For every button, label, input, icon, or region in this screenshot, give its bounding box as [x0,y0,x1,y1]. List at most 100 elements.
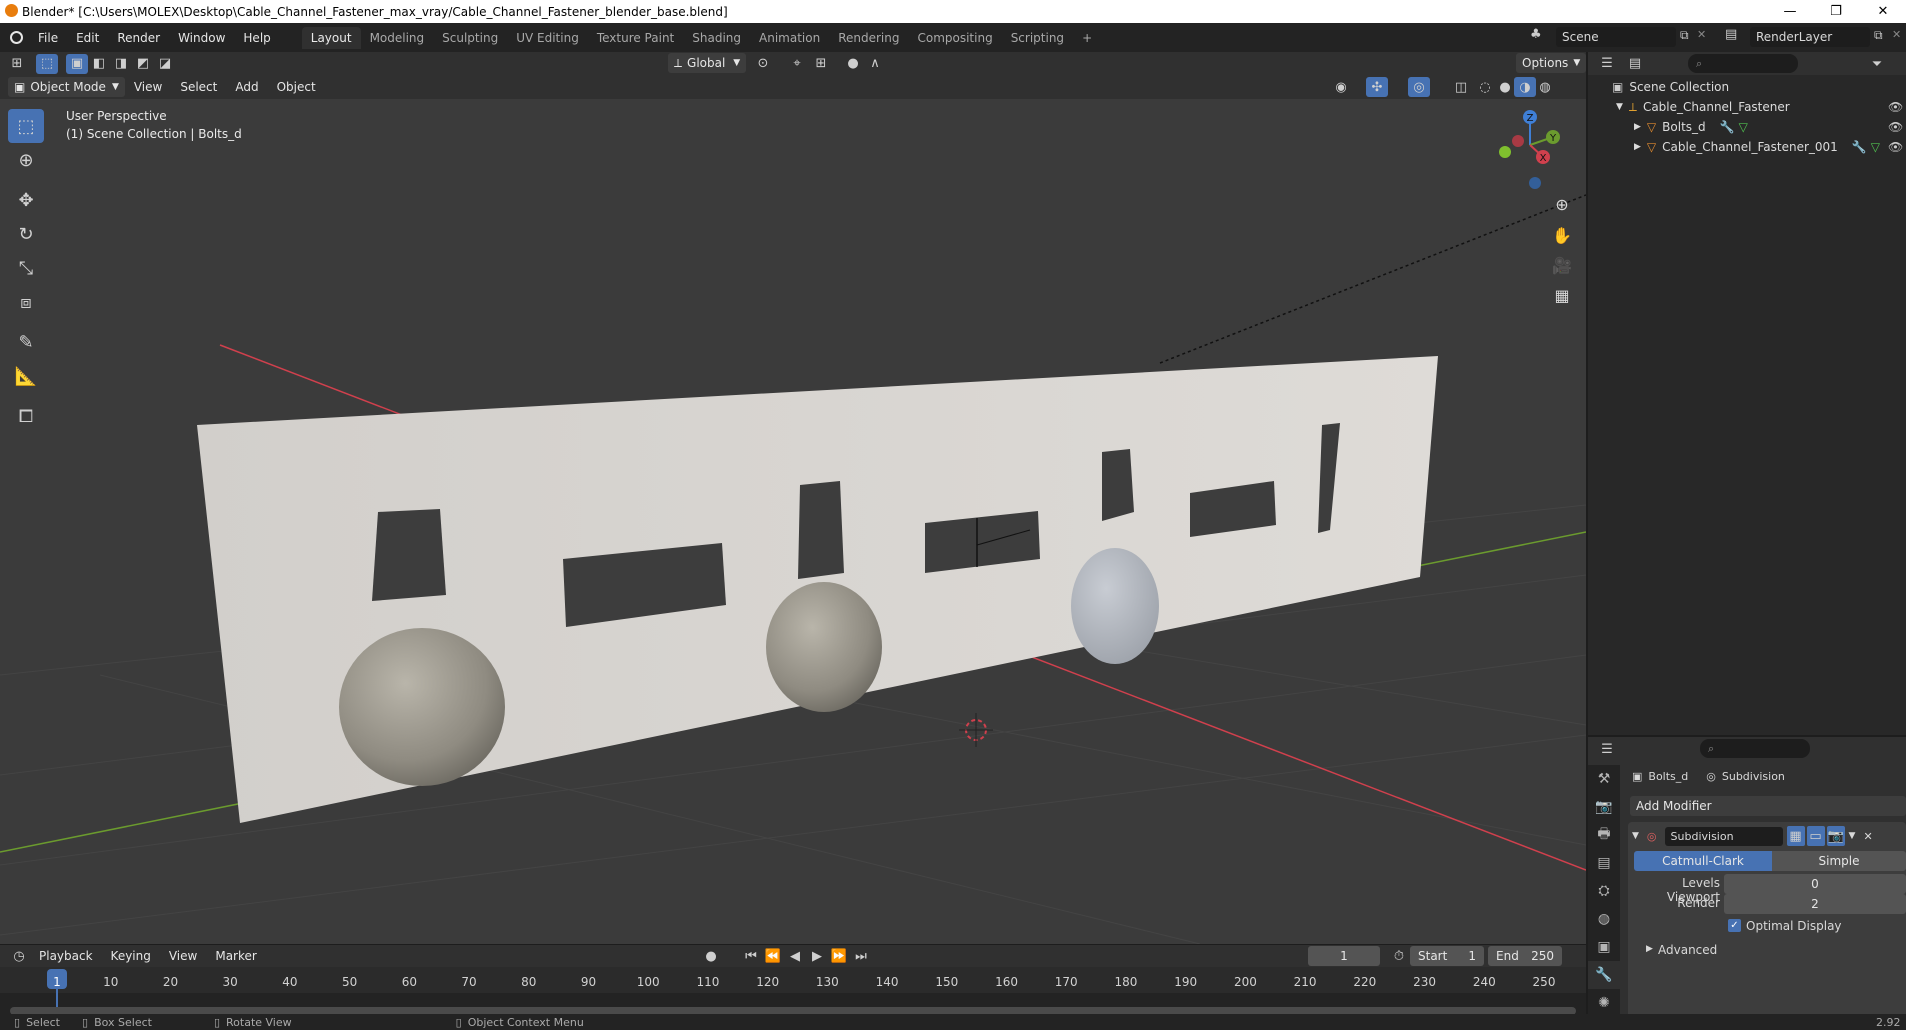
levels-viewport-field[interactable]: 0 [1724,874,1906,894]
render-tab-icon[interactable]: 📷 [1588,793,1620,821]
output-tab-icon[interactable]: 🖶 [1588,821,1620,849]
delete-scene-icon[interactable]: ✕ [1697,28,1706,41]
scene-icon[interactable]: ♣ [1530,27,1548,47]
select-new-icon[interactable]: ▣ [66,53,88,74]
modifier-name-input[interactable]: Subdivision [1664,826,1783,846]
bolt-head-1[interactable] [339,628,505,786]
new-view-layer-icon[interactable]: ⧉ [1874,28,1883,43]
select-invert-icon[interactable]: ◩ [132,54,154,74]
tab-texture-paint[interactable]: Texture Paint [588,27,683,49]
timeline-editor-type-icon[interactable]: ◷ [8,946,30,966]
blender-menu-icon[interactable] [10,31,23,44]
tab-animation[interactable]: Animation [750,27,829,49]
timeline-menu-view[interactable]: View [160,949,206,963]
eye-icon[interactable]: 👁 [1888,120,1903,134]
viewport-menu-object[interactable]: Object [268,80,325,94]
material-shading-icon[interactable]: ◑ [1514,77,1536,97]
mode-dropdown[interactable]: ▣ Object Mode ▼ [8,77,125,97]
play-reverse-icon[interactable]: ◀ [784,946,806,966]
start-frame-field[interactable]: Start 1 [1410,946,1484,966]
options-dropdown[interactable]: Options ▼ [1516,53,1587,73]
play-icon[interactable]: ▶ [806,946,828,966]
overlay-toggle-icon[interactable]: ◎ [1408,77,1430,97]
properties-search-input[interactable]: ⌕ [1700,739,1810,758]
bolt-head-2[interactable] [766,582,882,712]
falloff-icon[interactable]: ∧ [864,53,886,73]
chevron-down-icon[interactable]: ▼ [1632,831,1639,841]
chevron-right-icon[interactable]: ▶ [1646,944,1653,954]
timeline-menu-keying[interactable]: Keying [102,949,160,963]
pan-hand-icon[interactable]: ✋ [1548,221,1576,249]
proportional-edit-icon[interactable]: ● [842,53,864,73]
snap-icon[interactable]: ⌖ [786,53,808,73]
bolt-head-3[interactable] [1071,548,1159,664]
modifier-wrench-icon[interactable]: 🔧 [1852,140,1867,154]
jump-start-icon[interactable]: ⏮ [740,946,762,966]
scene-tab-icon[interactable]: ⛭ [1588,877,1620,905]
navigation-gizmo[interactable]: Z Y X [1490,105,1570,195]
add-workspace-button[interactable]: + [1073,27,1101,49]
tab-layout[interactable]: Layout [301,26,361,49]
modifier-tab-icon[interactable]: 🔧 [1588,961,1620,989]
optimal-display-checkbox[interactable]: ✓ [1728,919,1741,932]
simple-option[interactable]: Simple [1772,851,1906,871]
end-frame-field[interactable]: End 250 [1488,946,1562,966]
outliner-editor-type-icon[interactable]: ☰ [1596,54,1618,74]
pivot-icon[interactable]: ⊙ [752,53,774,73]
outliner-search-input[interactable]: ⌕ [1688,54,1798,73]
ortho-grid-icon[interactable]: ▦ [1548,281,1576,309]
tab-compositing[interactable]: Compositing [908,27,1001,49]
filter-icon[interactable]: ⏷ [1866,54,1888,74]
outliner-scene-collection[interactable]: ▣ Scene Collection [1588,77,1906,97]
chevron-right-icon[interactable]: ▶ [1634,142,1641,152]
xray-toggle-icon[interactable]: ◫ [1450,77,1472,97]
visibility-icon[interactable]: ◉ [1330,77,1352,97]
add-modifier-button[interactable]: Add Modifier [1630,796,1906,816]
frame-ruler[interactable] [0,967,1586,993]
tab-scripting[interactable]: Scripting [1002,27,1073,49]
timeline-menu-playback[interactable]: Playback [30,949,102,963]
catmull-clark-option[interactable]: Catmull-Clark [1634,851,1772,871]
editor-type-icon[interactable]: ⊞ [6,54,28,74]
outliner-object-row[interactable]: ▶ ▽ Bolts_d 🔧 ▽ 👁 [1588,117,1906,137]
3d-viewport[interactable]: ▣ Object Mode ▼ View Select Add Object ◉… [0,75,1586,944]
current-frame-field[interactable]: 1 [1308,946,1380,966]
select-box-tool-icon[interactable]: ⬚ [8,109,44,143]
tab-shading[interactable]: Shading [683,27,750,49]
mesh-data-icon[interactable]: ▽ [1871,140,1880,154]
next-keyframe-icon[interactable]: ⏩ [828,946,850,966]
timeline-menu-marker[interactable]: Marker [206,949,265,963]
world-tab-icon[interactable]: ◍ [1588,905,1620,933]
object-tab-icon[interactable]: ▣ [1588,933,1620,961]
tab-uv-editing[interactable]: UV Editing [507,27,588,49]
menu-render[interactable]: Render [108,31,169,45]
wireframe-shading-icon[interactable]: ◌ [1474,77,1496,97]
cursor-tool-icon[interactable]: ⊕ [8,143,44,177]
remove-modifier-icon[interactable]: ✕ [1863,830,1872,843]
jump-end-icon[interactable]: ⏭ [850,946,872,966]
stopwatch-icon[interactable]: ⏱ [1388,946,1410,966]
annotate-tool-icon[interactable]: ✎ [8,325,44,359]
eye-icon[interactable]: 👁 [1888,100,1903,114]
menu-window[interactable]: Window [169,31,234,45]
solid-shading-icon[interactable]: ● [1494,77,1516,97]
chevron-down-icon[interactable]: ▼ [1849,831,1856,841]
scale-tool-icon[interactable]: ⤡ [8,251,44,285]
menu-file[interactable]: File [29,31,67,45]
particles-tab-icon[interactable]: ✺ [1588,989,1620,1017]
select-intersect-icon[interactable]: ◪ [154,54,176,74]
tab-rendering[interactable]: Rendering [829,27,908,49]
move-tool-icon[interactable]: ✥ [8,183,44,217]
select-subtract-icon[interactable]: ◨ [110,54,132,74]
minimize-button[interactable]: — [1767,0,1813,23]
mesh-data-icon[interactable]: ▽ [1739,120,1748,134]
viewport-menu-add[interactable]: Add [226,80,267,94]
gizmo-toggle-icon[interactable]: ✣ [1366,77,1388,97]
display-mode-icon[interactable]: ▤ [1624,54,1646,74]
scene-selector[interactable]: Scene [1556,27,1676,47]
add-cube-tool-icon[interactable]: ⧠ [8,399,44,433]
tool-tab-icon[interactable]: ⚒ [1588,765,1620,793]
menu-help[interactable]: Help [234,31,279,45]
render-levels-field[interactable]: 2 [1724,894,1906,914]
delete-view-layer-icon[interactable]: ✕ [1892,28,1901,41]
